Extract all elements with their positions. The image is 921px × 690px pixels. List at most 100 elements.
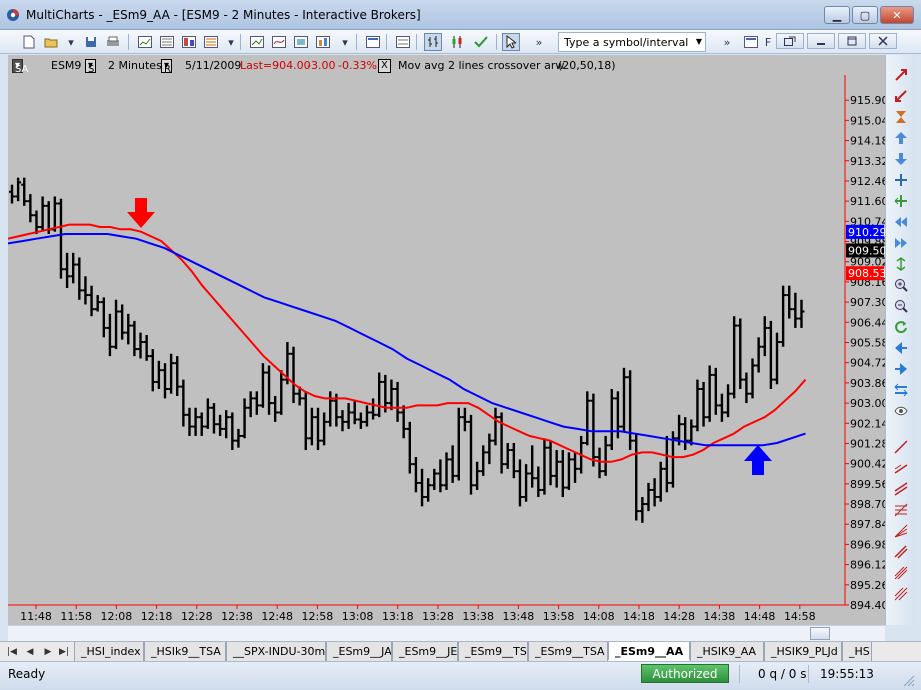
cursor-icon[interactable] <box>502 33 520 51</box>
hourglass-icon[interactable] <box>893 109 909 125</box>
chart-window-icon[interactable] <box>136 33 154 51</box>
resize-grip-icon[interactable] <box>902 674 916 688</box>
time-tick-label: 14:58 <box>784 610 816 623</box>
arrow-down-icon[interactable] <box>893 151 909 167</box>
workspace-tab[interactable]: _ESm9__JA <box>326 642 392 661</box>
tab-first-icon[interactable]: |◀ <box>6 646 18 658</box>
checkmark-icon[interactable] <box>472 33 490 51</box>
bar-spacing-icon[interactable] <box>893 256 909 272</box>
chart-horizontal-scrollbar[interactable] <box>8 625 885 641</box>
open-folder-icon[interactable] <box>42 33 60 51</box>
zoom-out-icon[interactable] <box>893 88 909 104</box>
tab-prev-icon[interactable]: ◀ <box>24 646 36 658</box>
channel-icon[interactable] <box>893 481 909 497</box>
quote-manager-icon[interactable] <box>394 33 412 51</box>
more-icon[interactable]: » <box>718 33 736 51</box>
magnifier-minus-icon[interactable] <box>893 298 909 314</box>
scroll-left-icon[interactable] <box>893 214 909 230</box>
workspace-tab[interactable]: _ESm9__TSA <box>528 642 608 661</box>
workspace-tab[interactable]: _HSI_index <box>74 642 144 661</box>
time-tick-label: 13:58 <box>543 610 575 623</box>
time-tick-label: 13:08 <box>342 610 374 623</box>
status-bar: Ready Authorized 0 q / 0 s 19:55:13 <box>0 661 921 690</box>
dropdown-arrow-icon[interactable]: ▾ <box>336 33 354 51</box>
time-tick-label: 11:48 <box>20 610 52 623</box>
mdi-minimize-button[interactable] <box>807 33 835 49</box>
workspace-tab[interactable]: __SPX-INDU-30m <box>226 642 326 661</box>
mdi-restore-button[interactable] <box>776 33 804 49</box>
candlestick-icon[interactable] <box>448 33 466 51</box>
save-icon[interactable] <box>82 33 100 51</box>
scroll-right-icon[interactable] <box>893 361 909 377</box>
price-chart[interactable]: 894.40 895.26 896.12 896.98 897.84 898.70 899.… <box>8 55 885 625</box>
bar-chart-icon[interactable] <box>424 33 442 51</box>
fib-icon[interactable] <box>893 502 909 518</box>
chart-style-label: SA <box>15 64 29 75</box>
time-tick-label: 12:48 <box>261 610 293 623</box>
multicharts-window: MultiCharts - _ESm9_AA - [ESM9 - 2 Minut… <box>0 0 921 690</box>
toolbar-separator <box>496 34 497 50</box>
quote-manager-icon[interactable] <box>158 33 176 51</box>
scroll-right-icon[interactable] <box>893 235 909 251</box>
workspace-tab[interactable]: _HSIK9_AA <box>690 642 764 661</box>
window-title: MultiCharts - _ESm9_AA - [ESM9 - 2 Minut… <box>26 8 421 22</box>
status-ready: Ready <box>8 667 46 681</box>
close-study-icon[interactable]: X <box>378 59 391 73</box>
symbol-interval-input[interactable]: Type a symbol/interval ▼ <box>558 32 706 52</box>
magnifier-plus-icon[interactable] <box>893 277 909 293</box>
zoom-in-icon[interactable] <box>893 67 909 83</box>
workspace-tab[interactable]: _ESm9__TS <box>458 642 528 661</box>
refresh-icon[interactable] <box>893 319 909 335</box>
study-parameters: (20,50,18) <box>558 59 616 72</box>
workspace-tab[interactable]: _HSIk9__TSA <box>144 642 226 661</box>
print-icon[interactable] <box>104 33 122 51</box>
portfolio-icon[interactable] <box>314 33 332 51</box>
chevron-down-icon[interactable]: ▼ <box>696 37 702 46</box>
trendline-icon[interactable] <box>893 586 909 602</box>
toolbar-separator <box>128 34 129 50</box>
status-separator <box>808 665 809 683</box>
workspace-tab[interactable]: _HSIK9_PLJd <box>764 642 842 661</box>
chart-style-button[interactable]: SA ▾ <box>12 59 28 75</box>
time-tick-label: 12:28 <box>181 610 213 623</box>
workspace-tab[interactable]: _HS <box>842 642 872 661</box>
mdi-maximize-button[interactable] <box>838 33 866 49</box>
arrow-up-icon[interactable] <box>893 130 909 146</box>
select-icon[interactable] <box>893 193 909 209</box>
chart-range-button[interactable]: R ▾ <box>161 59 173 75</box>
minimize-button[interactable]: ▁ <box>824 6 850 24</box>
tab-next-icon[interactable]: ▶ <box>42 646 54 658</box>
dom-icon[interactable] <box>202 33 220 51</box>
maximize-button[interactable]: ▢ <box>852 6 878 24</box>
more-icon[interactable]: » <box>530 33 548 51</box>
time-tick-label: 14:48 <box>744 610 776 623</box>
scanner-icon[interactable] <box>180 33 198 51</box>
tab-last-icon[interactable]: ▶| <box>58 646 70 658</box>
trendline-icon[interactable] <box>893 460 909 476</box>
dropdown-arrow-icon[interactable]: ▾ <box>62 33 80 51</box>
arc-icon[interactable] <box>893 544 909 560</box>
time-tick-label: 12:18 <box>141 610 173 623</box>
main-toolbar: ▾ ▾ ▾ » Type a symbol/interval ▼ » F <box>0 30 921 54</box>
crosshair-icon[interactable] <box>893 172 909 188</box>
chart-settings-button[interactable]: S ▾ <box>85 59 97 75</box>
insert-study-icon[interactable] <box>270 33 288 51</box>
format-window-icon[interactable] <box>292 33 310 51</box>
scrollbar-thumb[interactable] <box>810 627 830 640</box>
line-draw-icon[interactable] <box>893 565 909 581</box>
mdi-close-button[interactable] <box>869 33 897 49</box>
workspace-icon[interactable] <box>364 33 382 51</box>
workspace-tab[interactable]: _ESm9__JE <box>392 642 458 661</box>
price-tick-label: 907.30 <box>850 296 885 309</box>
close-button[interactable]: ✕ <box>880 6 914 24</box>
new-document-icon[interactable] <box>20 33 38 51</box>
new-chart-icon[interactable] <box>248 33 266 51</box>
fan-icon[interactable] <box>893 523 909 539</box>
workspace-tab[interactable]: _ESm9__AA <box>608 642 690 661</box>
eye-icon[interactable] <box>893 403 909 419</box>
workspace-icon[interactable] <box>742 33 760 51</box>
bar-spacing-icon[interactable] <box>893 382 909 398</box>
dropdown-arrow-icon[interactable]: ▾ <box>222 33 240 51</box>
scroll-left-icon[interactable] <box>893 340 909 356</box>
line-draw-icon[interactable] <box>893 439 909 455</box>
